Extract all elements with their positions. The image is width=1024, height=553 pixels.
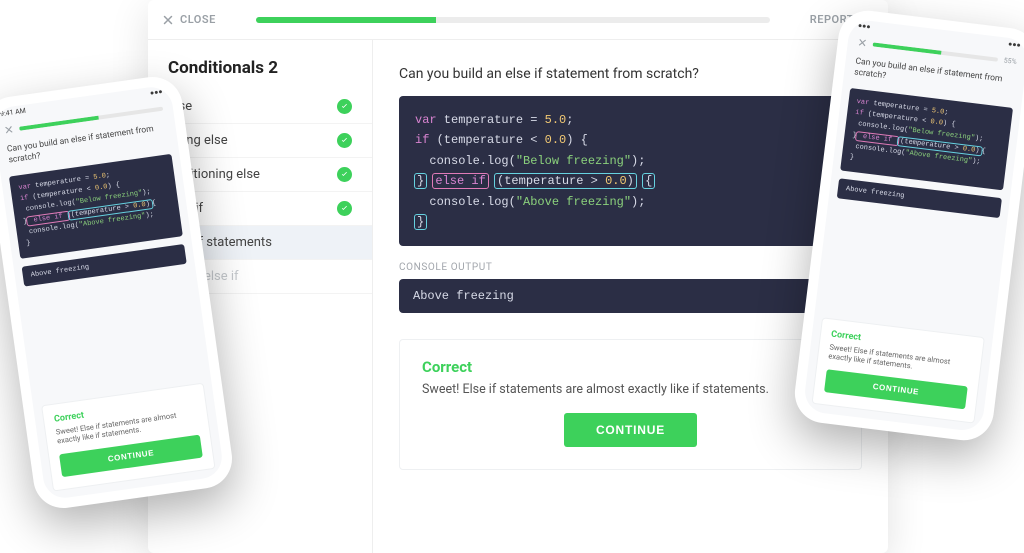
code-blank[interactable]: (temperature > 0.0) [495,174,636,188]
code-blank[interactable]: else if [433,174,487,188]
lesson-body: Conditionals 2 Else Using else Positioni… [148,40,888,553]
phone-screen: ●●●●●● 55% Can you build an else if stat… [803,19,1024,433]
check-icon [337,167,352,182]
progress-fill [873,42,942,54]
code-token: ) { [566,133,588,147]
code-token: ; [566,113,573,127]
close-icon[interactable] [4,125,14,135]
code-token: 0.0 [545,133,567,147]
progress-percent: 55% [1003,56,1017,66]
feedback-body: Sweet! Else if statements are almost exa… [422,382,839,397]
code-token: ); [631,195,645,209]
continue-button[interactable]: CONTINUE [564,413,697,447]
phone-code[interactable]: var temperature = 5.0; if (temperature <… [840,88,1013,190]
feedback-title: Correct [422,358,839,376]
lesson-question: Can you build an else if statement from … [399,66,862,82]
code-token: 5.0 [545,113,567,127]
code-token: var [415,113,437,127]
code-token: console.log( [415,154,516,168]
code-token: if [415,133,429,147]
code-token: "Above freezing" [516,195,631,209]
progress-bar [256,17,770,23]
code-token: "Below freezing" [516,154,631,168]
feedback-card: Correct Sweet! Else if statements are al… [399,339,862,470]
phone-feedback: Correct Sweet! Else if statements are al… [812,317,985,424]
desktop-panel: CLOSE REPORT Conditionals 2 Else Using e… [148,0,888,553]
phone-code[interactable]: var temperature = 5.0; if (temperature <… [9,154,183,259]
code-token: ); [631,154,645,168]
close-button[interactable]: CLOSE [162,13,216,26]
lesson-title: Conditionals 2 [148,58,372,90]
code-token: (temperature < [429,133,544,147]
check-icon [337,99,352,114]
close-icon [162,14,174,26]
code-editor[interactable]: var temperature = 5.0; if (temperature <… [399,96,862,246]
close-icon[interactable] [857,38,867,48]
console-label: CONSOLE OUTPUT [399,262,862,273]
phone-feedback: Correct Sweet! Else if statements are al… [41,382,216,491]
code-token: console.log( [415,195,516,209]
code-token: temperature = [437,113,545,127]
close-label: CLOSE [180,13,216,26]
code-blank[interactable]: { [643,174,654,188]
progress-fill [256,17,436,23]
code-blank[interactable]: } [415,215,426,229]
lesson-header: CLOSE REPORT [148,0,888,40]
code-blank[interactable]: } [415,174,426,188]
check-icon [337,201,352,216]
check-icon [337,133,352,148]
console-output: Above freezing [399,279,862,313]
